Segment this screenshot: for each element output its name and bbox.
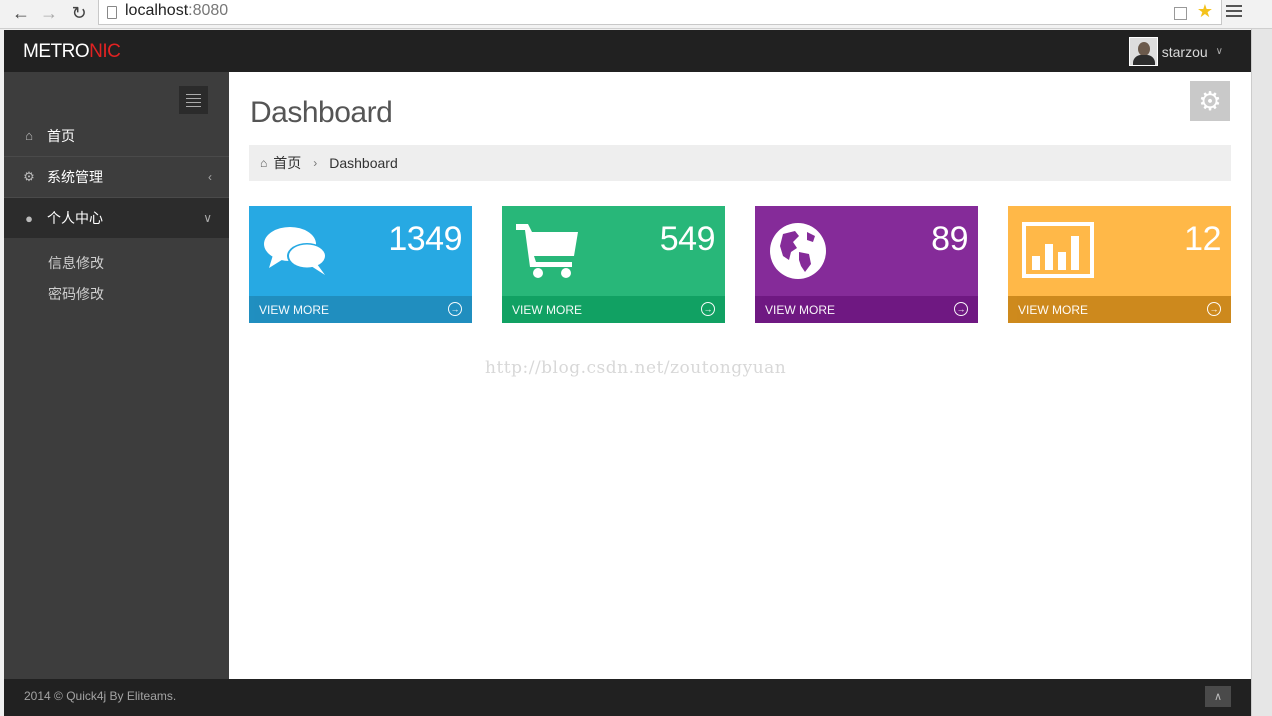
breadcrumb-home-link[interactable]: 首页 (273, 153, 301, 173)
page-title: Dashboard (250, 96, 393, 129)
address-bar[interactable]: localhost:8080 (98, 0, 1222, 25)
browser-menu-icon[interactable] (1226, 5, 1242, 20)
sidebar-item-home[interactable]: ⌂ 首页 (4, 115, 229, 156)
url-text[interactable]: localhost:8080 (125, 2, 228, 20)
tile-value: 12 (1184, 220, 1221, 258)
sidebar-item-label: 系统管理 (47, 169, 103, 185)
breadcrumb-current: Dashboard (329, 155, 398, 171)
username: starzou (1161, 43, 1208, 60)
stat-tile-comments: 1349 VIEW MORE → (249, 206, 472, 323)
forward-icon[interactable]: → (38, 3, 60, 23)
home-icon: ⌂ (25, 128, 33, 143)
url-host: localhost (125, 2, 189, 19)
footer-copyright: 2014 © Quick4j By Eliteams. (24, 689, 177, 703)
sidebar-toggle-icon[interactable] (179, 86, 208, 114)
sidebar-item-label: 首页 (47, 127, 75, 144)
stat-tile-bar-chart: 12 VIEW MORE → (1008, 206, 1231, 323)
reload-icon[interactable]: ↻ (68, 3, 90, 23)
sidebar-item-personal-center[interactable]: ● 个人中心 ∨ (4, 197, 229, 238)
chevron-left-icon: ‹ (208, 170, 212, 184)
shopping-cart-icon (516, 222, 580, 283)
back-icon[interactable]: ← (10, 3, 32, 23)
logo-accent-text: NIC (89, 41, 121, 62)
view-more-link[interactable]: VIEW MORE → (502, 296, 725, 323)
home-icon: ⌂ (260, 156, 268, 170)
logo[interactable]: METRONIC (23, 41, 121, 63)
sidebar: ⌂ 首页 ⚙ 系统管理 ‹ ● 个人中心 ∨ 信息修改 密码修改 (4, 72, 229, 679)
arrow-circle-right-icon: → (701, 302, 715, 316)
user-icon: ● (25, 210, 33, 226)
view-more-label: VIEW MORE (765, 302, 836, 317)
globe-icon (769, 222, 827, 285)
window-edge (1251, 29, 1272, 716)
view-more-label: VIEW MORE (1018, 302, 1089, 317)
chevron-down-icon: ∨ (1215, 46, 1223, 57)
sidebar-item-label: 个人中心 (47, 210, 103, 226)
stat-tile-orders: 549 VIEW MORE → (502, 206, 725, 323)
tile-value: 89 (931, 220, 968, 258)
comments-icon (263, 222, 331, 283)
tile-value: 1349 (388, 220, 462, 258)
stat-tile-globe: 89 VIEW MORE → (755, 206, 978, 323)
breadcrumb: ⌂ 首页 › Dashboard (249, 145, 1231, 181)
user-menu[interactable]: starzou ∨ (1128, 37, 1223, 66)
submenu-item-edit-info[interactable]: 信息修改 (48, 253, 104, 273)
logo-text: METRO (23, 41, 90, 62)
chevron-down-icon: ∨ (203, 211, 212, 225)
top-header: METRONIC starzou ∨ (4, 30, 1251, 72)
arrow-circle-right-icon: → (448, 302, 462, 316)
bar-chart-icon (1022, 222, 1094, 285)
watermark: http://blog.csdn.net/zoutongyuan (485, 358, 787, 378)
arrow-circle-right-icon: → (1207, 302, 1221, 316)
page-icon (107, 6, 117, 19)
chevron-right-icon: › (313, 156, 318, 170)
tile-value: 549 (659, 220, 716, 258)
browser-toolbar: ← → ↻ localhost:8080 ★ (0, 0, 1272, 29)
avatar (1128, 37, 1158, 66)
main-content: Dashboard ⚙ ⌂ 首页 › Dashboard 1349 VIEW M… (229, 72, 1251, 679)
translate-icon[interactable] (1174, 7, 1187, 20)
view-more-link[interactable]: VIEW MORE → (249, 296, 472, 323)
view-more-label: VIEW MORE (512, 302, 583, 317)
gear-icon[interactable]: ⚙ (1190, 81, 1230, 121)
view-more-label: VIEW MORE (259, 302, 330, 317)
app: METRONIC starzou ∨ ⌂ 首页 ⚙ 系统管理 ‹ ● 个人中心 … (4, 30, 1251, 716)
arrow-circle-right-icon: → (954, 302, 968, 316)
url-port: :8080 (188, 2, 229, 19)
footer: 2014 © Quick4j By Eliteams. ∧ (4, 679, 1251, 716)
submenu-item-change-password[interactable]: 密码修改 (48, 284, 104, 304)
sidebar-item-system-management[interactable]: ⚙ 系统管理 ‹ (4, 156, 229, 197)
cogs-icon: ⚙ (23, 169, 35, 184)
view-more-link[interactable]: VIEW MORE → (755, 296, 978, 323)
scroll-top-icon[interactable]: ∧ (1205, 686, 1231, 707)
view-more-link[interactable]: VIEW MORE → (1008, 296, 1231, 323)
bookmark-star-icon[interactable]: ★ (1196, 1, 1214, 21)
